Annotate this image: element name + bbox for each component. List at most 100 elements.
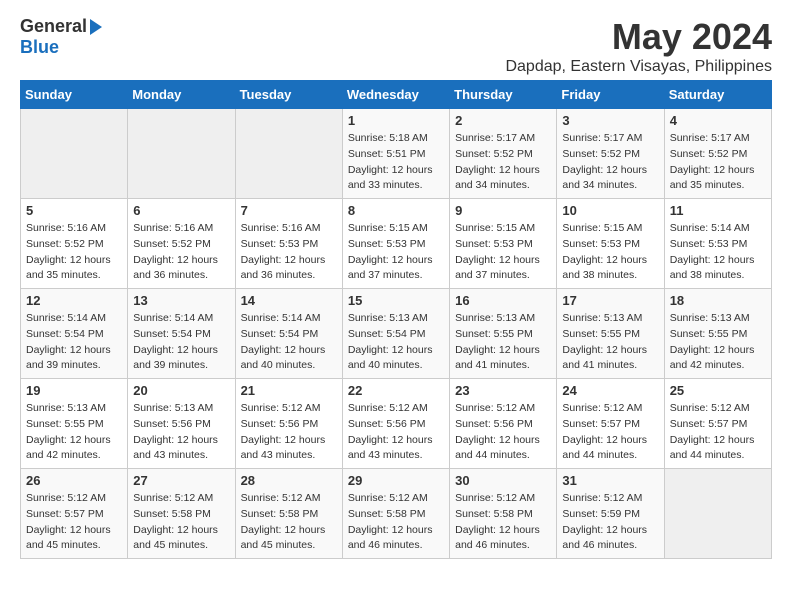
logo-arrow-icon xyxy=(90,19,102,35)
day-number: 8 xyxy=(348,203,444,218)
day-number: 20 xyxy=(133,383,229,398)
day-number: 23 xyxy=(455,383,551,398)
day-number: 9 xyxy=(455,203,551,218)
day-number: 25 xyxy=(670,383,766,398)
day-number: 19 xyxy=(26,383,122,398)
header-saturday: Saturday xyxy=(664,81,771,109)
week-row-0: 1 Sunrise: 5:18 AMSunset: 5:51 PMDayligh… xyxy=(21,109,772,199)
day-info: Sunrise: 5:13 AMSunset: 5:56 PMDaylight:… xyxy=(133,401,229,464)
day-info: Sunrise: 5:15 AMSunset: 5:53 PMDaylight:… xyxy=(348,221,444,284)
day-info: Sunrise: 5:15 AMSunset: 5:53 PMDaylight:… xyxy=(455,221,551,284)
header-friday: Friday xyxy=(557,81,664,109)
day-cell: 28 Sunrise: 5:12 AMSunset: 5:58 PMDaylig… xyxy=(235,469,342,559)
day-info: Sunrise: 5:14 AMSunset: 5:54 PMDaylight:… xyxy=(133,311,229,374)
day-info: Sunrise: 5:12 AMSunset: 5:56 PMDaylight:… xyxy=(455,401,551,464)
day-number: 4 xyxy=(670,113,766,128)
calendar-header: SundayMondayTuesdayWednesdayThursdayFrid… xyxy=(21,81,772,109)
day-info: Sunrise: 5:12 AMSunset: 5:58 PMDaylight:… xyxy=(241,491,337,554)
day-number: 27 xyxy=(133,473,229,488)
day-number: 28 xyxy=(241,473,337,488)
day-cell xyxy=(664,469,771,559)
day-cell: 12 Sunrise: 5:14 AMSunset: 5:54 PMDaylig… xyxy=(21,289,128,379)
day-cell: 24 Sunrise: 5:12 AMSunset: 5:57 PMDaylig… xyxy=(557,379,664,469)
day-info: Sunrise: 5:12 AMSunset: 5:56 PMDaylight:… xyxy=(348,401,444,464)
day-cell: 22 Sunrise: 5:12 AMSunset: 5:56 PMDaylig… xyxy=(342,379,449,469)
header-sunday: Sunday xyxy=(21,81,128,109)
day-number: 22 xyxy=(348,383,444,398)
day-number: 7 xyxy=(241,203,337,218)
week-row-4: 26 Sunrise: 5:12 AMSunset: 5:57 PMDaylig… xyxy=(21,469,772,559)
title-block: May 2024 Dapdap, Eastern Visayas, Philip… xyxy=(505,16,772,76)
day-cell: 9 Sunrise: 5:15 AMSunset: 5:53 PMDayligh… xyxy=(450,199,557,289)
day-number: 17 xyxy=(562,293,658,308)
day-number: 13 xyxy=(133,293,229,308)
header-thursday: Thursday xyxy=(450,81,557,109)
day-cell: 15 Sunrise: 5:13 AMSunset: 5:54 PMDaylig… xyxy=(342,289,449,379)
day-cell: 8 Sunrise: 5:15 AMSunset: 5:53 PMDayligh… xyxy=(342,199,449,289)
day-info: Sunrise: 5:17 AMSunset: 5:52 PMDaylight:… xyxy=(670,131,766,194)
day-cell: 13 Sunrise: 5:14 AMSunset: 5:54 PMDaylig… xyxy=(128,289,235,379)
day-number: 6 xyxy=(133,203,229,218)
day-info: Sunrise: 5:17 AMSunset: 5:52 PMDaylight:… xyxy=(455,131,551,194)
day-number: 18 xyxy=(670,293,766,308)
day-info: Sunrise: 5:16 AMSunset: 5:52 PMDaylight:… xyxy=(26,221,122,284)
day-info: Sunrise: 5:12 AMSunset: 5:56 PMDaylight:… xyxy=(241,401,337,464)
day-cell: 5 Sunrise: 5:16 AMSunset: 5:52 PMDayligh… xyxy=(21,199,128,289)
day-info: Sunrise: 5:13 AMSunset: 5:55 PMDaylight:… xyxy=(670,311,766,374)
logo: General Blue xyxy=(20,16,102,58)
day-info: Sunrise: 5:12 AMSunset: 5:57 PMDaylight:… xyxy=(26,491,122,554)
day-info: Sunrise: 5:14 AMSunset: 5:54 PMDaylight:… xyxy=(26,311,122,374)
week-row-1: 5 Sunrise: 5:16 AMSunset: 5:52 PMDayligh… xyxy=(21,199,772,289)
week-row-2: 12 Sunrise: 5:14 AMSunset: 5:54 PMDaylig… xyxy=(21,289,772,379)
day-cell: 21 Sunrise: 5:12 AMSunset: 5:56 PMDaylig… xyxy=(235,379,342,469)
day-info: Sunrise: 5:14 AMSunset: 5:53 PMDaylight:… xyxy=(670,221,766,284)
day-number: 21 xyxy=(241,383,337,398)
week-row-3: 19 Sunrise: 5:13 AMSunset: 5:55 PMDaylig… xyxy=(21,379,772,469)
header-row: SundayMondayTuesdayWednesdayThursdayFrid… xyxy=(21,81,772,109)
day-info: Sunrise: 5:16 AMSunset: 5:52 PMDaylight:… xyxy=(133,221,229,284)
day-info: Sunrise: 5:12 AMSunset: 5:59 PMDaylight:… xyxy=(562,491,658,554)
day-info: Sunrise: 5:17 AMSunset: 5:52 PMDaylight:… xyxy=(562,131,658,194)
day-number: 30 xyxy=(455,473,551,488)
day-cell: 31 Sunrise: 5:12 AMSunset: 5:59 PMDaylig… xyxy=(557,469,664,559)
day-cell: 1 Sunrise: 5:18 AMSunset: 5:51 PMDayligh… xyxy=(342,109,449,199)
day-cell: 14 Sunrise: 5:14 AMSunset: 5:54 PMDaylig… xyxy=(235,289,342,379)
logo-general-text: General xyxy=(20,16,87,37)
day-number: 10 xyxy=(562,203,658,218)
day-info: Sunrise: 5:18 AMSunset: 5:51 PMDaylight:… xyxy=(348,131,444,194)
day-cell: 26 Sunrise: 5:12 AMSunset: 5:57 PMDaylig… xyxy=(21,469,128,559)
day-number: 3 xyxy=(562,113,658,128)
day-cell: 29 Sunrise: 5:12 AMSunset: 5:58 PMDaylig… xyxy=(342,469,449,559)
day-cell: 2 Sunrise: 5:17 AMSunset: 5:52 PMDayligh… xyxy=(450,109,557,199)
day-info: Sunrise: 5:13 AMSunset: 5:55 PMDaylight:… xyxy=(562,311,658,374)
day-cell: 11 Sunrise: 5:14 AMSunset: 5:53 PMDaylig… xyxy=(664,199,771,289)
day-number: 2 xyxy=(455,113,551,128)
day-info: Sunrise: 5:13 AMSunset: 5:55 PMDaylight:… xyxy=(455,311,551,374)
header-monday: Monday xyxy=(128,81,235,109)
day-number: 11 xyxy=(670,203,766,218)
day-cell: 7 Sunrise: 5:16 AMSunset: 5:53 PMDayligh… xyxy=(235,199,342,289)
main-title: May 2024 xyxy=(505,16,772,58)
day-cell: 23 Sunrise: 5:12 AMSunset: 5:56 PMDaylig… xyxy=(450,379,557,469)
day-cell: 3 Sunrise: 5:17 AMSunset: 5:52 PMDayligh… xyxy=(557,109,664,199)
header-tuesday: Tuesday xyxy=(235,81,342,109)
day-cell: 10 Sunrise: 5:15 AMSunset: 5:53 PMDaylig… xyxy=(557,199,664,289)
day-info: Sunrise: 5:14 AMSunset: 5:54 PMDaylight:… xyxy=(241,311,337,374)
day-cell xyxy=(128,109,235,199)
day-cell: 18 Sunrise: 5:13 AMSunset: 5:55 PMDaylig… xyxy=(664,289,771,379)
day-number: 15 xyxy=(348,293,444,308)
day-number: 24 xyxy=(562,383,658,398)
day-number: 14 xyxy=(241,293,337,308)
day-cell: 25 Sunrise: 5:12 AMSunset: 5:57 PMDaylig… xyxy=(664,379,771,469)
day-cell xyxy=(235,109,342,199)
day-number: 1 xyxy=(348,113,444,128)
day-cell: 4 Sunrise: 5:17 AMSunset: 5:52 PMDayligh… xyxy=(664,109,771,199)
logo-blue-text: Blue xyxy=(20,37,59,58)
subtitle: Dapdap, Eastern Visayas, Philippines xyxy=(505,58,772,76)
day-cell: 20 Sunrise: 5:13 AMSunset: 5:56 PMDaylig… xyxy=(128,379,235,469)
calendar-body: 1 Sunrise: 5:18 AMSunset: 5:51 PMDayligh… xyxy=(21,109,772,559)
day-number: 12 xyxy=(26,293,122,308)
day-cell: 27 Sunrise: 5:12 AMSunset: 5:58 PMDaylig… xyxy=(128,469,235,559)
day-number: 29 xyxy=(348,473,444,488)
day-cell: 19 Sunrise: 5:13 AMSunset: 5:55 PMDaylig… xyxy=(21,379,128,469)
